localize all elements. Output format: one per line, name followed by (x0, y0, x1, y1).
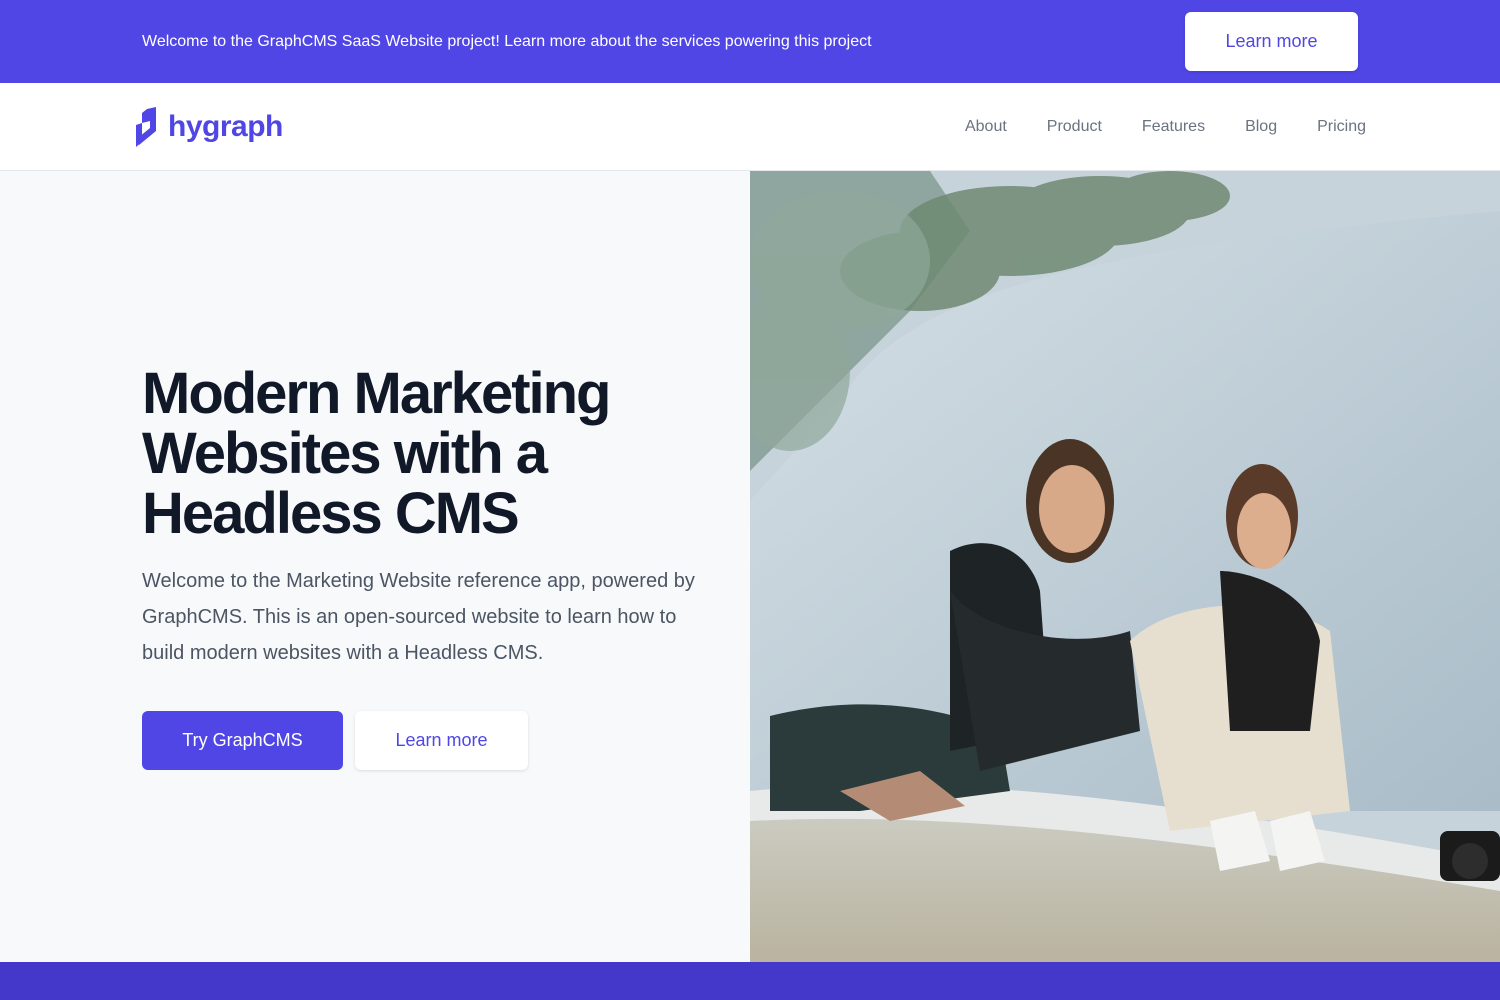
hero-learn-more-button[interactable]: Learn more (355, 711, 528, 770)
announcement-banner: Welcome to the GraphCMS SaaS Website pro… (0, 0, 1500, 83)
hero-description: Welcome to the Marketing Website referen… (142, 570, 695, 664)
main-nav: About Product Features Blog Pricing (965, 117, 1366, 137)
hero-title: Modern Marketing Websites with a Headles… (142, 361, 612, 546)
try-graphcms-button[interactable]: Try GraphCMS (142, 711, 343, 770)
hygraph-logo-mark-icon (136, 107, 156, 147)
hero-photo (750, 171, 1500, 962)
nav-link-blog[interactable]: Blog (1245, 117, 1277, 137)
announcement-text: Welcome to the GraphCMS SaaS Website pro… (142, 33, 872, 50)
navbar: hygraph About Product Features Blog Pric… (0, 83, 1500, 171)
nav-link-features[interactable]: Features (1142, 117, 1205, 137)
logo-link[interactable]: hygraph (134, 107, 283, 147)
banner-learn-more-button[interactable]: Learn more (1185, 12, 1358, 71)
nav-link-about[interactable]: About (965, 117, 1007, 137)
logo-text: hygraph (168, 110, 283, 143)
footer-band (0, 962, 1500, 1000)
nav-link-product[interactable]: Product (1047, 117, 1102, 137)
nav-link-pricing[interactable]: Pricing (1317, 117, 1366, 137)
